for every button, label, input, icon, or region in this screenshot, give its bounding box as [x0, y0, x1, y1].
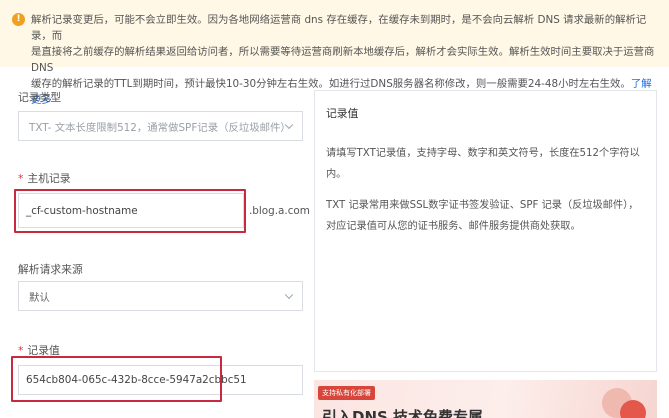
host-record-label: * 主机记录: [18, 170, 71, 186]
help-paragraph-2: TXT 记录常用来做SSL数字证书签发验证、SPF 记录（反垃圾邮件），对应记录…: [326, 200, 639, 232]
chevron-down-icon: [284, 290, 294, 300]
record-type-value: TXT- 文本长度限制512，通常做SPF记录（反垃圾邮件）: [29, 121, 291, 134]
host-record-highlight: [14, 189, 246, 233]
promo-text: 引入DNS 技术免费专属: [322, 408, 484, 418]
host-record-label-text: 主机记录: [27, 172, 71, 185]
line-label: 解析请求来源: [18, 263, 83, 276]
record-type-label: 记录类型: [18, 91, 62, 104]
warning-icon: !: [12, 13, 25, 26]
help-title: 记录值: [326, 107, 359, 120]
decoration-circle: [620, 400, 646, 418]
required-mark: *: [18, 172, 24, 185]
notice-banner: ! 解析记录变更后，可能不会立即生效。因为各地网络运营商 dns 存在缓存，在缓…: [0, 0, 669, 106]
promo-badge: 支持私有化部署: [318, 386, 375, 400]
help-paragraph-1: 请填写TXT记录值，支持字母、数字和英文符号，长度在512个字符以内。: [326, 148, 640, 180]
notice-line-1: 解析记录变更后，可能不会立即生效。因为各地网络运营商 dns 存在缓存，在缓存未…: [31, 14, 647, 42]
help-panel: 记录值 请填写TXT记录值，支持字母、数字和英文符号，长度在512个字符以内。 …: [314, 90, 657, 372]
record-type-select[interactable]: TXT- 文本长度限制512，通常做SPF记录（反垃圾邮件）: [18, 111, 303, 141]
notice-line-3-text: 缓存的解析记录的TTL到期时间，预计最快10-30分钟左右生效。如进行过DNS服…: [31, 78, 631, 90]
promo-banner[interactable]: 支持私有化部署 引入DNS 技术免费专属: [314, 380, 657, 418]
line-select[interactable]: 默认: [18, 281, 303, 311]
domain-suffix: .blog.a.com: [249, 205, 310, 217]
record-value-highlight: [11, 356, 222, 402]
notice-line-2: 是直接将之前缓存的解析结果返回给访问者，所以需要等待运营商刷新本地缓存后，解析才…: [31, 46, 655, 74]
line-value: 默认: [29, 291, 50, 304]
